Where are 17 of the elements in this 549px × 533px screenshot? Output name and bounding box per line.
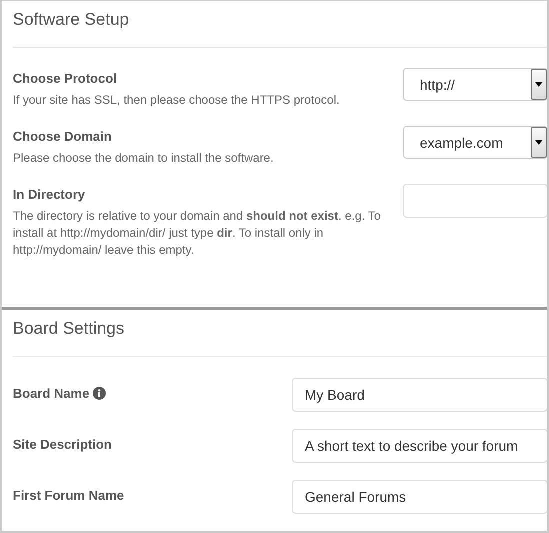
- help-text: The directory is relative to your domain and should not exist. e.g. To install at http://mydomain/dir/ just type dir. To install only in http://mydomain/ leave this empty.: [13, 208, 382, 259]
- field-label: Choose Domain: [13, 129, 112, 144]
- field-label: Choose Protocol: [13, 71, 118, 86]
- help-text: If your site has SSL, then please choose the HTTPS protocol.: [13, 92, 341, 109]
- field-label: First Forum Name: [13, 488, 124, 503]
- section-title: Software Setup: [13, 1, 547, 48]
- dropdown[interactable]: example.com: [403, 126, 547, 159]
- text-field[interactable]: My Board: [292, 378, 547, 412]
- field-label: In Directory: [13, 187, 86, 202]
- field-label: Site Description: [13, 437, 112, 452]
- field-label: Board Name: [13, 386, 90, 401]
- section-title: Board Settings: [13, 310, 547, 357]
- dropdown[interactable]: http://: [403, 68, 547, 101]
- text-field[interactable]: [403, 184, 547, 218]
- text-field[interactable]: A short text to describe your forum: [292, 429, 547, 463]
- text-field[interactable]: General Forums: [292, 480, 547, 514]
- help-text: Please choose the domain to install the software.: [13, 150, 275, 167]
